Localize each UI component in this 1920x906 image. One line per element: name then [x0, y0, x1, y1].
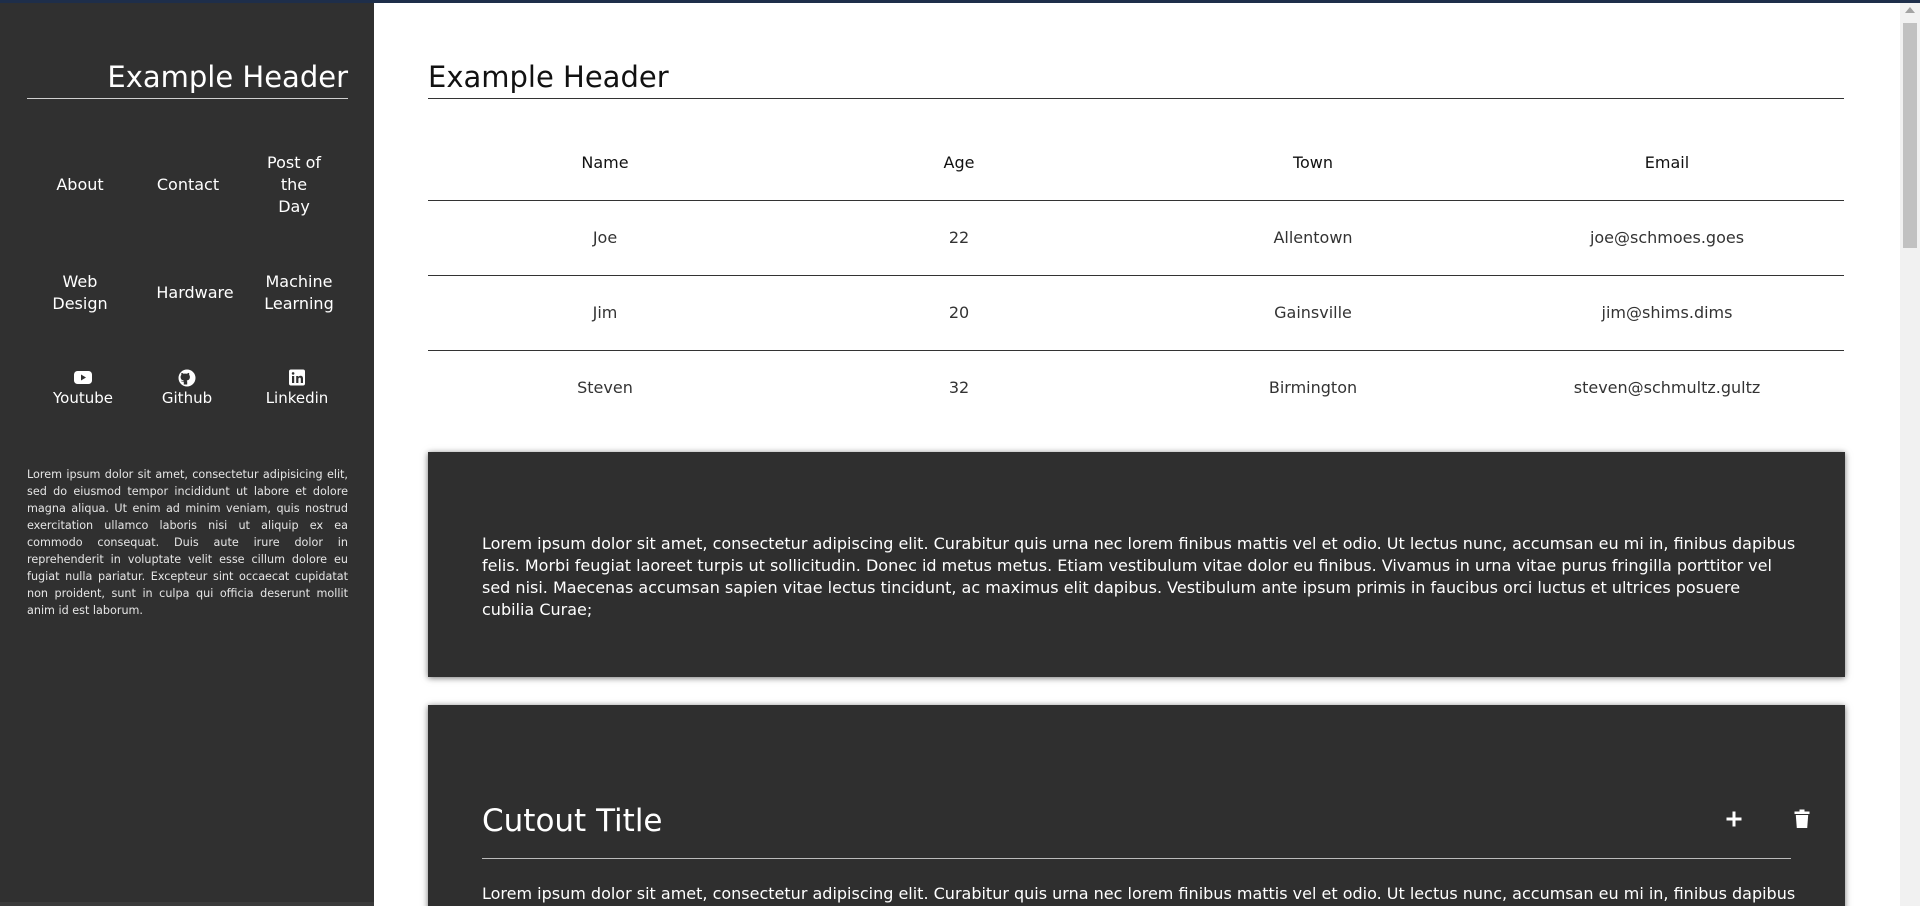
trash-icon	[1794, 809, 1810, 828]
delete-button[interactable]	[1788, 805, 1816, 833]
nav-web-design-line-2: Design	[52, 294, 108, 313]
column-header-email: Email	[1490, 126, 1844, 201]
table-row: Joe 22 Allentown joe@schmoes.goes	[428, 200, 1844, 276]
nav-post-of-the-day[interactable]: Post of the Day	[254, 152, 334, 218]
vertical-scrollbar[interactable]	[1900, 3, 1920, 906]
social-youtube-label: Youtube	[53, 389, 113, 407]
cell-age: 20	[782, 275, 1136, 351]
nav-post-of-the-day-line-3: Day	[278, 197, 310, 216]
nav-machine-learning-line-2: Learning	[264, 294, 334, 313]
scrollbar-thumb[interactable]	[1903, 23, 1917, 248]
sidebar-bottom-edge	[0, 902, 374, 906]
nav-web-design-line-1: Web	[62, 272, 98, 291]
nav-machine-learning[interactable]: Machine Learning	[259, 271, 339, 315]
sidebar: Example Header About Contact Post of the…	[0, 0, 374, 906]
cell-age: 22	[782, 200, 1136, 276]
nav-about[interactable]: About	[40, 174, 120, 196]
github-icon	[178, 369, 196, 387]
nav-machine-learning-line-1: Machine	[265, 272, 333, 291]
nav-post-of-the-day-line-1: Post of	[267, 153, 321, 172]
cutout-card: Cutout Title Lorem ipsum dolor sit amet,…	[428, 705, 1845, 906]
social-linkedin[interactable]: Linkedin	[257, 369, 337, 407]
sidebar-lorem-text: Lorem ipsum dolor sit amet, consectetur …	[27, 468, 348, 617]
column-header-age: Age	[782, 126, 1136, 201]
cell-name: Joe	[428, 200, 782, 276]
table-row: Jim 20 Gainsville jim@shims.dims	[428, 275, 1844, 351]
cell-email: joe@schmoes.goes	[1490, 200, 1844, 276]
main-content: Example Header Name Age Town Email Joe 2…	[374, 3, 1900, 906]
nav-contact[interactable]: Contact	[148, 174, 228, 196]
nav-hardware[interactable]: Hardware	[155, 282, 235, 304]
cutout-card-divider	[482, 858, 1791, 859]
nav-web-design[interactable]: Web Design	[40, 271, 120, 315]
cell-email: jim@shims.dims	[1490, 275, 1844, 351]
people-table: Name Age Town Email Joe 22 Allentown joe…	[428, 126, 1844, 425]
main-header-divider	[428, 98, 1844, 99]
text-card: Lorem ipsum dolor sit amet, consectetur …	[428, 452, 1845, 677]
column-header-town: Town	[1136, 126, 1490, 201]
social-youtube[interactable]: Youtube	[43, 369, 123, 407]
cell-name: Steven	[577, 378, 633, 398]
cell-town: Gainsville	[1136, 275, 1490, 351]
add-button[interactable]	[1720, 805, 1748, 833]
table-row: Steven 32 Birmington steven@schmultz.gul…	[428, 350, 1844, 425]
text-card-body: Lorem ipsum dolor sit amet, consectetur …	[482, 534, 1796, 619]
cutout-card-title: Cutout Title	[482, 803, 663, 839]
scroll-up-arrow-icon[interactable]	[1905, 7, 1915, 13]
social-linkedin-label: Linkedin	[265, 389, 329, 407]
cell-town: Allentown	[1136, 200, 1490, 276]
cell-town: Birmington	[1268, 378, 1358, 398]
cutout-card-body: Lorem ipsum dolor sit amet, consectetur …	[482, 884, 1796, 903]
plus-icon	[1726, 811, 1742, 827]
main-header: Example Header	[428, 60, 669, 94]
linkedin-icon	[289, 369, 305, 386]
sidebar-divider	[27, 98, 348, 99]
youtube-icon	[74, 371, 92, 384]
table-header-row: Name Age Town Email	[428, 126, 1844, 201]
window-top-strip	[0, 0, 1920, 3]
social-github-label: Github	[161, 389, 213, 407]
cell-age: 32	[948, 378, 970, 398]
nav-post-of-the-day-line-2: the	[280, 175, 308, 194]
social-github[interactable]: Github	[147, 369, 227, 407]
cell-email: steven@schmultz.gultz	[1573, 378, 1761, 398]
sidebar-header: Example Header	[107, 60, 348, 94]
column-header-name: Name	[428, 126, 782, 201]
cell-name: Jim	[428, 275, 782, 351]
